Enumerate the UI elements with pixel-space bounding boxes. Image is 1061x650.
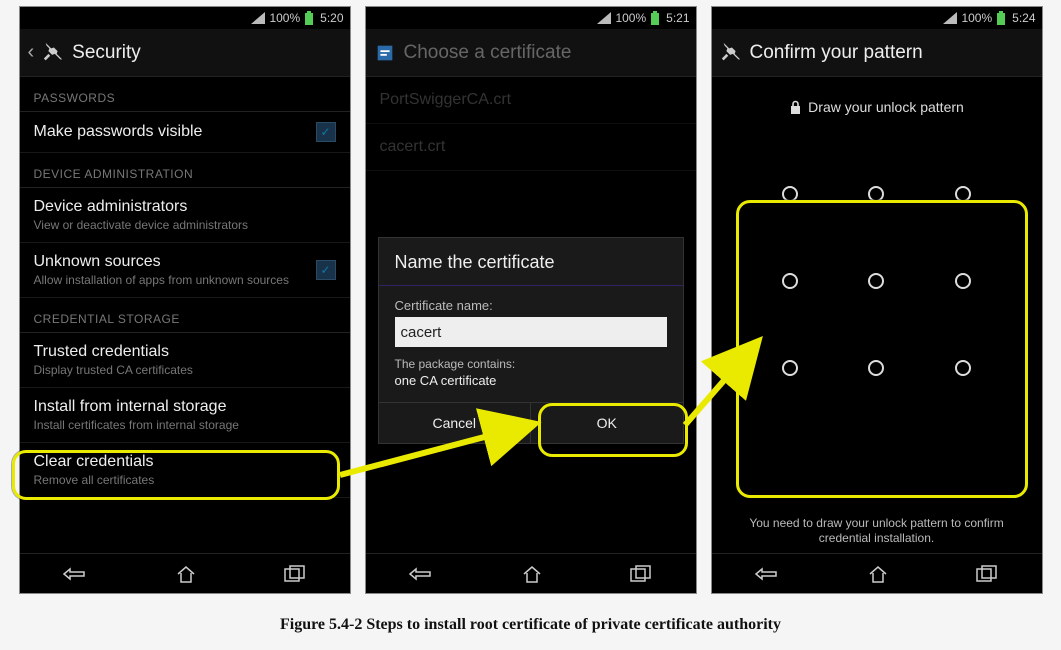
page-title: Security <box>72 42 141 64</box>
label: Unknown sources <box>34 253 316 271</box>
clock: 5:20 <box>320 11 343 25</box>
pattern-content: Draw your unlock pattern You need to dra… <box>712 77 1042 553</box>
back-nav-icon[interactable] <box>408 565 436 583</box>
item-install-from-internal-storage[interactable]: Install from internal storage Install ce… <box>20 388 350 443</box>
figure-caption: Figure 5.4-2 Steps to install root certi… <box>0 616 1061 634</box>
nav-bar <box>712 553 1042 593</box>
confirm-note: You need to draw your unlock pattern to … <box>712 516 1042 547</box>
item-unknown-sources[interactable]: Unknown sources Allow installation of ap… <box>20 243 350 298</box>
item-make-passwords-visible[interactable]: Make passwords visible <box>20 112 350 153</box>
pattern-dot[interactable] <box>782 186 798 202</box>
home-nav-icon[interactable] <box>521 564 543 584</box>
choose-cert-content: PortSwiggerCA.crt cacert.crt Name the ce… <box>366 77 696 553</box>
nav-bar <box>20 553 350 593</box>
nav-bar <box>366 553 696 593</box>
section-passwords: PASSWORDS <box>20 77 350 109</box>
item-clear-credentials[interactable]: Clear credentials Remove all certificate… <box>20 443 350 498</box>
checkbox-icon[interactable] <box>316 260 336 280</box>
sub-label: Remove all certificates <box>34 473 336 487</box>
draw-pattern-label: Draw your unlock pattern <box>712 77 1042 125</box>
dialog-title: Name the certificate <box>379 238 683 286</box>
lock-icon <box>789 100 802 115</box>
phone-screen-choose-certificate: 100% 5:21 Choose a certificate PortSwigg… <box>365 6 697 594</box>
sub-label: View or deactivate device administrators <box>34 218 336 232</box>
pattern-dot[interactable] <box>868 186 884 202</box>
battery-percent: 100% <box>615 11 646 25</box>
sub-label: Display trusted CA certificates <box>34 363 336 377</box>
name-certificate-dialog: Name the certificate Certificate name: T… <box>378 237 684 444</box>
certificate-icon <box>374 42 396 64</box>
battery-icon <box>650 11 660 25</box>
title-bar: Confirm your pattern <box>712 29 1042 77</box>
label: Make passwords visible <box>34 123 316 141</box>
tools-icon <box>720 42 742 64</box>
sub-label: Install certificates from internal stora… <box>34 418 336 432</box>
home-nav-icon[interactable] <box>175 564 197 584</box>
pattern-dot[interactable] <box>868 360 884 376</box>
cancel-button[interactable]: Cancel <box>379 403 532 443</box>
back-icon[interactable]: ‹ <box>28 41 35 64</box>
section-credential-storage: CREDENTIAL STORAGE <box>20 298 350 330</box>
label: Device administrators <box>34 198 336 216</box>
tools-icon <box>42 42 64 64</box>
label: Clear credentials <box>34 453 336 471</box>
status-bar: 100% 5:24 <box>712 7 1042 29</box>
section-device-admin: DEVICE ADMINISTRATION <box>20 153 350 185</box>
label: Trusted credentials <box>34 343 336 361</box>
phone-screen-confirm-pattern: 100% 5:24 Confirm your pattern Draw your… <box>711 6 1043 594</box>
back-nav-icon[interactable] <box>754 565 782 583</box>
pattern-dot[interactable] <box>868 273 884 289</box>
pattern-dot[interactable] <box>782 360 798 376</box>
package-contains-label: The package contains: <box>395 357 667 371</box>
signal-icon <box>597 12 611 24</box>
item-device-administrators[interactable]: Device administrators View or deactivate… <box>20 188 350 243</box>
back-nav-icon[interactable] <box>62 565 90 583</box>
pattern-dot[interactable] <box>782 273 798 289</box>
status-bar: 100% 5:20 <box>20 7 350 29</box>
clock: 5:21 <box>666 11 689 25</box>
battery-percent: 100% <box>269 11 300 25</box>
recent-nav-icon[interactable] <box>283 565 307 583</box>
recent-nav-icon[interactable] <box>629 565 653 583</box>
page-title: Choose a certificate <box>404 42 572 64</box>
security-content: PASSWORDS Make passwords visible DEVICE … <box>20 77 350 553</box>
battery-icon <box>996 11 1006 25</box>
home-nav-icon[interactable] <box>867 564 889 584</box>
title-bar[interactable]: ‹ Security <box>20 29 350 77</box>
pattern-dot[interactable] <box>955 273 971 289</box>
signal-icon <box>943 12 957 24</box>
checkbox-icon[interactable] <box>316 122 336 142</box>
pattern-dot[interactable] <box>955 360 971 376</box>
label: Install from internal storage <box>34 398 336 416</box>
certificate-name-input[interactable] <box>395 317 667 347</box>
recent-nav-icon[interactable] <box>975 565 999 583</box>
battery-percent: 100% <box>961 11 992 25</box>
page-title: Confirm your pattern <box>750 42 923 64</box>
clock: 5:24 <box>1012 11 1035 25</box>
pattern-dot[interactable] <box>955 186 971 202</box>
phone-screen-security: 100% 5:20 ‹ Security PASSWORDS Make pass… <box>19 6 351 594</box>
sub-label: Allow installation of apps from unknown … <box>34 273 316 287</box>
package-contents: one CA certificate <box>395 373 667 388</box>
battery-icon <box>304 11 314 25</box>
title-bar: Choose a certificate <box>366 29 696 77</box>
certificate-name-label: Certificate name: <box>395 298 667 313</box>
pattern-grid[interactable] <box>747 151 1007 411</box>
signal-icon <box>251 12 265 24</box>
status-bar: 100% 5:21 <box>366 7 696 29</box>
ok-button[interactable]: OK <box>531 403 683 443</box>
item-trusted-credentials[interactable]: Trusted credentials Display trusted CA c… <box>20 333 350 388</box>
draw-pattern-text: Draw your unlock pattern <box>808 99 964 115</box>
